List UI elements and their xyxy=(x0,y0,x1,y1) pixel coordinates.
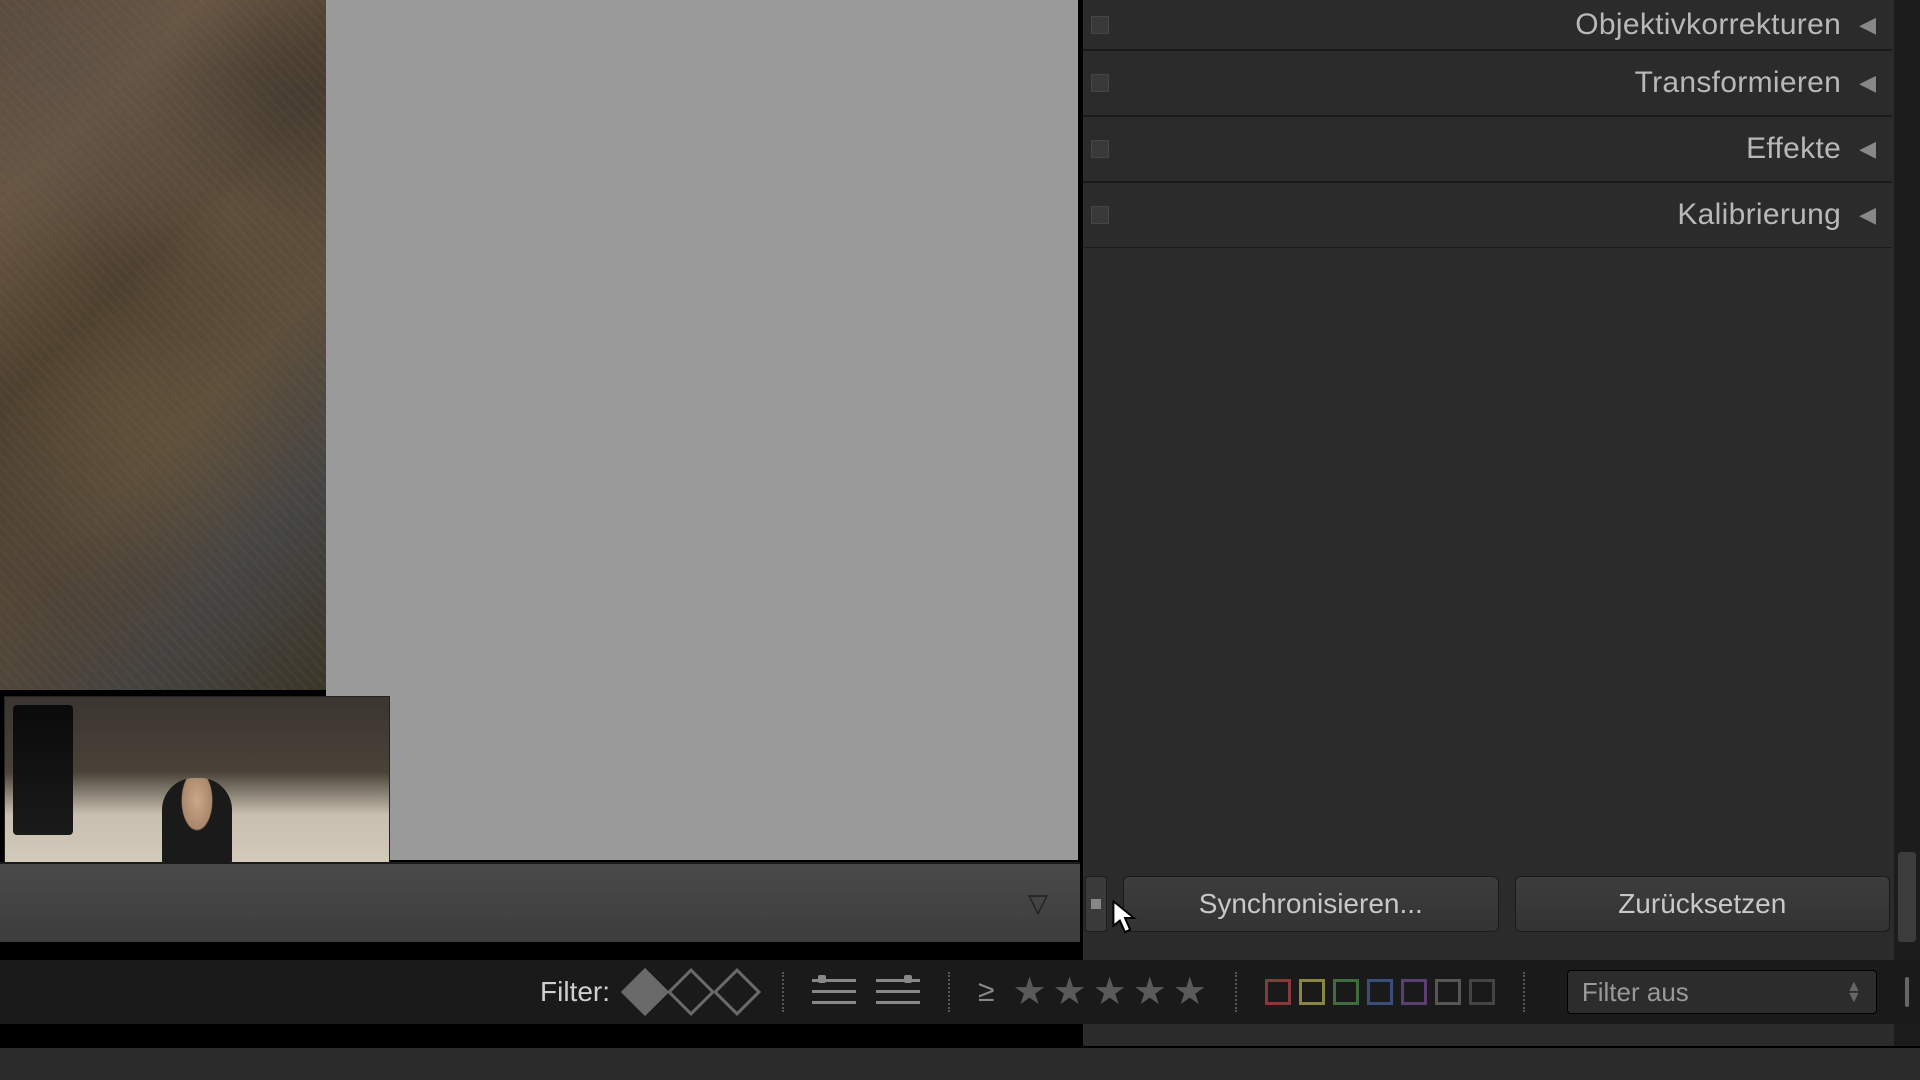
panel-title: Effekte xyxy=(1109,132,1859,166)
panel-toggle-switch[interactable] xyxy=(1091,16,1109,34)
color-label-purple[interactable] xyxy=(1401,979,1427,1005)
flag-unflagged-icon[interactable] xyxy=(667,968,715,1016)
toolbar-dropdown-icon[interactable]: ▽ xyxy=(1028,888,1048,919)
filter-preset-value: Filter aus xyxy=(1582,977,1689,1008)
panel-title: Objektivkorrekturen xyxy=(1109,8,1859,42)
attribute-filter-icon[interactable] xyxy=(812,975,856,1009)
rating-comparison[interactable]: ≥ xyxy=(978,975,994,1009)
star-icon[interactable]: ★ xyxy=(1053,973,1087,1011)
flag-picked-icon[interactable] xyxy=(621,968,669,1016)
color-label-none[interactable] xyxy=(1435,979,1461,1005)
separator xyxy=(1523,972,1525,1012)
scrollbar-thumb[interactable] xyxy=(1898,852,1916,942)
filmstrip-area[interactable] xyxy=(0,1046,1920,1080)
filter-label: Filter: xyxy=(540,976,610,1008)
color-label-yellow[interactable] xyxy=(1299,979,1325,1005)
toolbar: ▽ xyxy=(0,862,1080,942)
panel-scrollbar[interactable] xyxy=(1894,0,1920,1080)
panel-toggle-switch[interactable] xyxy=(1091,74,1109,92)
collapse-arrow-icon[interactable]: ◀ xyxy=(1859,202,1876,228)
separator xyxy=(948,972,950,1012)
panel-transform[interactable]: Transformieren ◀ xyxy=(1083,50,1892,116)
separator xyxy=(782,972,784,1012)
panel-toggle-switch[interactable] xyxy=(1091,206,1109,224)
rating-stars[interactable]: ★ ★ ★ ★ ★ xyxy=(1012,973,1206,1011)
collapse-arrow-icon[interactable]: ◀ xyxy=(1859,70,1876,96)
panel-title: Kalibrierung xyxy=(1109,198,1859,232)
panel-effects[interactable]: Effekte ◀ xyxy=(1083,116,1892,182)
attribute-filter-alt-icon[interactable] xyxy=(876,975,920,1009)
collapse-arrow-icon[interactable]: ◀ xyxy=(1859,136,1876,162)
star-icon[interactable]: ★ xyxy=(1012,973,1046,1011)
filter-bar: Filter: ≥ ★ ★ ★ ★ ★ xyxy=(0,960,1920,1024)
dropdown-stepper-icon: ▲▼ xyxy=(1846,981,1862,1003)
color-label-blue[interactable] xyxy=(1367,979,1393,1005)
sync-mode-toggle[interactable] xyxy=(1085,876,1107,932)
color-label-red[interactable] xyxy=(1265,979,1291,1005)
panel-lens-corrections[interactable]: Objektivkorrekturen ◀ xyxy=(1083,0,1892,50)
star-icon[interactable]: ★ xyxy=(1173,973,1207,1011)
separator xyxy=(1235,972,1237,1012)
reset-button[interactable]: Zurücksetzen xyxy=(1515,876,1891,932)
color-label-green[interactable] xyxy=(1333,979,1359,1005)
photo-thumbnail[interactable] xyxy=(0,0,326,690)
filter-lock-icon[interactable] xyxy=(1905,977,1909,1007)
sync-button[interactable]: Synchronisieren... xyxy=(1123,876,1499,932)
collapse-arrow-icon[interactable]: ◀ xyxy=(1859,12,1876,38)
panel-toggle-switch[interactable] xyxy=(1091,140,1109,158)
flag-rejected-icon[interactable] xyxy=(713,968,761,1016)
star-icon[interactable]: ★ xyxy=(1093,973,1127,1011)
filter-preset-dropdown[interactable]: Filter aus ▲▼ xyxy=(1567,970,1877,1014)
panel-title: Transformieren xyxy=(1109,66,1859,100)
panel-calibration[interactable]: Kalibrierung ◀ xyxy=(1083,182,1892,248)
canvas-background xyxy=(326,0,1080,860)
star-icon[interactable]: ★ xyxy=(1133,973,1167,1011)
preview-area xyxy=(0,0,1080,860)
color-label-custom[interactable] xyxy=(1469,979,1495,1005)
